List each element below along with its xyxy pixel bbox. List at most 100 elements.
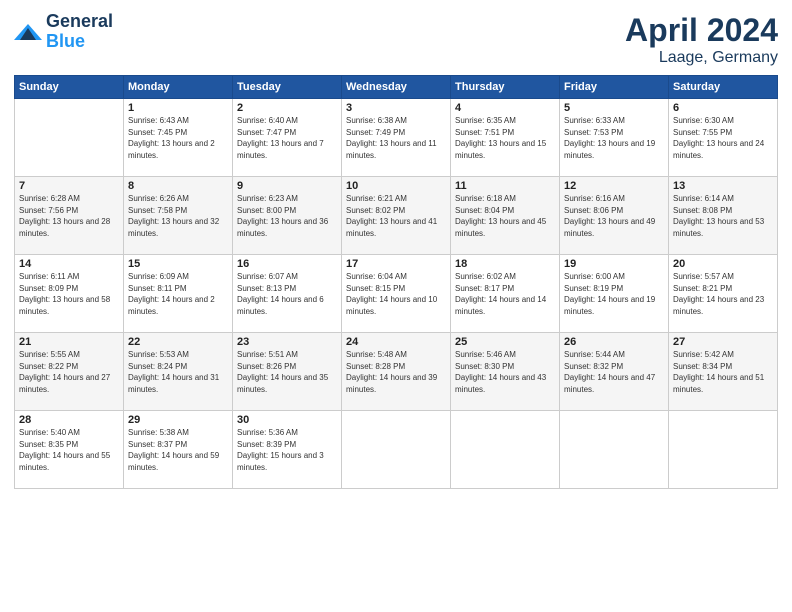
calendar-week-row: 1Sunrise: 6:43 AMSunset: 7:45 PMDaylight…: [15, 99, 778, 177]
title-location: Laage, Germany: [625, 49, 778, 67]
day-number: 16: [237, 258, 337, 270]
day-info: Sunrise: 6:30 AMSunset: 7:55 PMDaylight:…: [673, 115, 773, 161]
day-info: Sunrise: 6:26 AMSunset: 7:58 PMDaylight:…: [128, 193, 228, 239]
day-info: Sunrise: 6:00 AMSunset: 8:19 PMDaylight:…: [564, 271, 664, 317]
calendar-cell: 10Sunrise: 6:21 AMSunset: 8:02 PMDayligh…: [342, 177, 451, 255]
day-info: Sunrise: 5:53 AMSunset: 8:24 PMDaylight:…: [128, 349, 228, 395]
day-number: 14: [19, 258, 119, 270]
day-number: 6: [673, 102, 773, 114]
calendar-cell: 18Sunrise: 6:02 AMSunset: 8:17 PMDayligh…: [451, 255, 560, 333]
day-info: Sunrise: 6:40 AMSunset: 7:47 PMDaylight:…: [237, 115, 337, 161]
calendar-cell: 28Sunrise: 5:40 AMSunset: 8:35 PMDayligh…: [15, 411, 124, 489]
day-info: Sunrise: 6:33 AMSunset: 7:53 PMDaylight:…: [564, 115, 664, 161]
day-info: Sunrise: 6:18 AMSunset: 8:04 PMDaylight:…: [455, 193, 555, 239]
day-number: 29: [128, 414, 228, 426]
header-tuesday: Tuesday: [233, 76, 342, 99]
day-info: Sunrise: 5:40 AMSunset: 8:35 PMDaylight:…: [19, 427, 119, 473]
day-number: 30: [237, 414, 337, 426]
day-number: 7: [19, 180, 119, 192]
day-info: Sunrise: 6:07 AMSunset: 8:13 PMDaylight:…: [237, 271, 337, 317]
calendar-cell: 1Sunrise: 6:43 AMSunset: 7:45 PMDaylight…: [124, 99, 233, 177]
day-number: 3: [346, 102, 446, 114]
calendar-cell: 20Sunrise: 5:57 AMSunset: 8:21 PMDayligh…: [669, 255, 778, 333]
day-number: 1: [128, 102, 228, 114]
day-info: Sunrise: 5:51 AMSunset: 8:26 PMDaylight:…: [237, 349, 337, 395]
day-number: 28: [19, 414, 119, 426]
day-info: Sunrise: 5:42 AMSunset: 8:34 PMDaylight:…: [673, 349, 773, 395]
day-info: Sunrise: 6:04 AMSunset: 8:15 PMDaylight:…: [346, 271, 446, 317]
title-month: April 2024: [625, 12, 778, 49]
calendar-week-row: 21Sunrise: 5:55 AMSunset: 8:22 PMDayligh…: [15, 333, 778, 411]
day-info: Sunrise: 6:09 AMSunset: 8:11 PMDaylight:…: [128, 271, 228, 317]
calendar-cell: 3Sunrise: 6:38 AMSunset: 7:49 PMDaylight…: [342, 99, 451, 177]
header-friday: Friday: [560, 76, 669, 99]
calendar-cell: 29Sunrise: 5:38 AMSunset: 8:37 PMDayligh…: [124, 411, 233, 489]
page-header: GeneralBlue April 2024 Laage, Germany: [14, 12, 778, 67]
day-info: Sunrise: 5:44 AMSunset: 8:32 PMDaylight:…: [564, 349, 664, 395]
calendar-cell: 8Sunrise: 6:26 AMSunset: 7:58 PMDaylight…: [124, 177, 233, 255]
day-number: 15: [128, 258, 228, 270]
day-number: 23: [237, 336, 337, 348]
header-saturday: Saturday: [669, 76, 778, 99]
day-info: Sunrise: 6:43 AMSunset: 7:45 PMDaylight:…: [128, 115, 228, 161]
calendar-cell: 27Sunrise: 5:42 AMSunset: 8:34 PMDayligh…: [669, 333, 778, 411]
calendar-table: Sunday Monday Tuesday Wednesday Thursday…: [14, 75, 778, 489]
calendar-cell: 12Sunrise: 6:16 AMSunset: 8:06 PMDayligh…: [560, 177, 669, 255]
day-info: Sunrise: 6:02 AMSunset: 8:17 PMDaylight:…: [455, 271, 555, 317]
calendar-cell: [15, 99, 124, 177]
calendar-week-row: 7Sunrise: 6:28 AMSunset: 7:56 PMDaylight…: [15, 177, 778, 255]
header-sunday: Sunday: [15, 76, 124, 99]
day-info: Sunrise: 6:35 AMSunset: 7:51 PMDaylight:…: [455, 115, 555, 161]
calendar-cell: 17Sunrise: 6:04 AMSunset: 8:15 PMDayligh…: [342, 255, 451, 333]
calendar-cell: 21Sunrise: 5:55 AMSunset: 8:22 PMDayligh…: [15, 333, 124, 411]
day-number: 11: [455, 180, 555, 192]
calendar-cell: 22Sunrise: 5:53 AMSunset: 8:24 PMDayligh…: [124, 333, 233, 411]
calendar-cell: 5Sunrise: 6:33 AMSunset: 7:53 PMDaylight…: [560, 99, 669, 177]
day-number: 26: [564, 336, 664, 348]
day-number: 27: [673, 336, 773, 348]
day-info: Sunrise: 5:57 AMSunset: 8:21 PMDaylight:…: [673, 271, 773, 317]
calendar-cell: 9Sunrise: 6:23 AMSunset: 8:00 PMDaylight…: [233, 177, 342, 255]
page-container: GeneralBlue April 2024 Laage, Germany Su…: [0, 0, 792, 612]
day-number: 21: [19, 336, 119, 348]
day-number: 13: [673, 180, 773, 192]
calendar-week-row: 14Sunrise: 6:11 AMSunset: 8:09 PMDayligh…: [15, 255, 778, 333]
day-number: 22: [128, 336, 228, 348]
calendar-cell: 13Sunrise: 6:14 AMSunset: 8:08 PMDayligh…: [669, 177, 778, 255]
calendar-cell: 2Sunrise: 6:40 AMSunset: 7:47 PMDaylight…: [233, 99, 342, 177]
day-number: 17: [346, 258, 446, 270]
day-number: 8: [128, 180, 228, 192]
day-info: Sunrise: 5:55 AMSunset: 8:22 PMDaylight:…: [19, 349, 119, 395]
day-number: 9: [237, 180, 337, 192]
calendar-header-row: Sunday Monday Tuesday Wednesday Thursday…: [15, 76, 778, 99]
day-info: Sunrise: 5:38 AMSunset: 8:37 PMDaylight:…: [128, 427, 228, 473]
day-number: 5: [564, 102, 664, 114]
calendar-cell: 19Sunrise: 6:00 AMSunset: 8:19 PMDayligh…: [560, 255, 669, 333]
calendar-cell: 7Sunrise: 6:28 AMSunset: 7:56 PMDaylight…: [15, 177, 124, 255]
calendar-cell: [342, 411, 451, 489]
logo: GeneralBlue: [14, 12, 113, 52]
day-number: 12: [564, 180, 664, 192]
calendar-cell: 16Sunrise: 6:07 AMSunset: 8:13 PMDayligh…: [233, 255, 342, 333]
calendar-cell: [669, 411, 778, 489]
calendar-cell: [451, 411, 560, 489]
header-monday: Monday: [124, 76, 233, 99]
day-number: 20: [673, 258, 773, 270]
calendar-cell: 4Sunrise: 6:35 AMSunset: 7:51 PMDaylight…: [451, 99, 560, 177]
title-block: April 2024 Laage, Germany: [625, 12, 778, 67]
calendar-cell: 24Sunrise: 5:48 AMSunset: 8:28 PMDayligh…: [342, 333, 451, 411]
day-number: 18: [455, 258, 555, 270]
day-info: Sunrise: 6:14 AMSunset: 8:08 PMDaylight:…: [673, 193, 773, 239]
day-number: 10: [346, 180, 446, 192]
day-info: Sunrise: 6:21 AMSunset: 8:02 PMDaylight:…: [346, 193, 446, 239]
calendar-cell: 6Sunrise: 6:30 AMSunset: 7:55 PMDaylight…: [669, 99, 778, 177]
calendar-cell: [560, 411, 669, 489]
day-info: Sunrise: 5:46 AMSunset: 8:30 PMDaylight:…: [455, 349, 555, 395]
day-number: 19: [564, 258, 664, 270]
calendar-cell: 15Sunrise: 6:09 AMSunset: 8:11 PMDayligh…: [124, 255, 233, 333]
day-info: Sunrise: 6:23 AMSunset: 8:00 PMDaylight:…: [237, 193, 337, 239]
calendar-cell: 11Sunrise: 6:18 AMSunset: 8:04 PMDayligh…: [451, 177, 560, 255]
logo-text: GeneralBlue: [46, 12, 113, 52]
day-info: Sunrise: 6:11 AMSunset: 8:09 PMDaylight:…: [19, 271, 119, 317]
header-wednesday: Wednesday: [342, 76, 451, 99]
